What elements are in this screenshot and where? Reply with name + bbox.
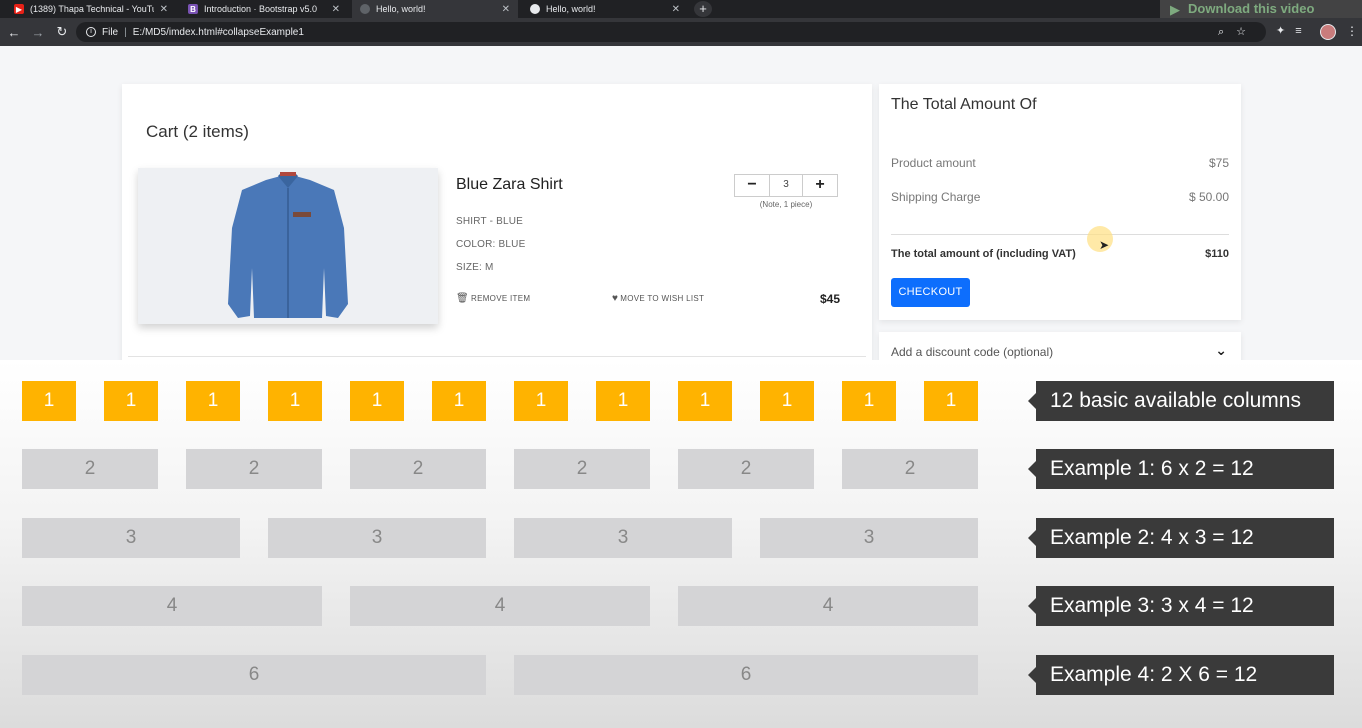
- tab-hello-world-active[interactable]: Hello, world! ✕: [352, 0, 518, 18]
- grid-system-slide: 1 1 1 1 1 1 1 1 1 1 1 1 12 basic available columns 2 2…: [0, 360, 1362, 728]
- url-scheme: File: [102, 26, 119, 38]
- tab-hello-world[interactable]: Hello, world! ✕: [522, 0, 688, 18]
- tab-bootstrap[interactable]: B Introduction · Bootstrap v5.0 ✕: [180, 0, 348, 18]
- decrement-button[interactable]: −: [735, 175, 769, 196]
- shipping-value: $ 50.00: [1188, 190, 1229, 204]
- grid-cell-row3-1: 3: [22, 518, 240, 558]
- summary-title: The Total Amount Of: [891, 96, 1037, 113]
- close-icon[interactable]: ✕: [332, 4, 340, 15]
- product-amount-value: $75: [1208, 156, 1229, 170]
- grid-cell-row1-2: 1: [104, 381, 158, 421]
- extensions-icons[interactable]: ✦≡: [1276, 24, 1312, 37]
- grid-cell-row2-6: 2: [842, 449, 978, 489]
- trash-icon: 🗑: [456, 293, 469, 304]
- grid-cell-row3-4: 3: [760, 518, 978, 558]
- browser-tab-bar: ▶ (1389) Thapa Technical - YouTube ✕ B I…: [0, 0, 1362, 20]
- product-attr-type: SHIRT - BLUE: [456, 216, 524, 227]
- menu-kebab-icon[interactable]: ⋮: [1346, 24, 1358, 38]
- play-icon: ▶: [1170, 2, 1180, 17]
- shirt-image: [228, 172, 348, 318]
- grid-cell-row1-3: 1: [186, 381, 240, 421]
- grid-caption-row4: Example 3: 3 x 4 = 12: [1028, 586, 1334, 626]
- total-row: The total amount of (including VAT) $110: [891, 248, 1229, 260]
- grid-caption-row5: Example 4: 2 X 6 = 12: [1028, 655, 1334, 695]
- download-video-overlay[interactable]: ▶ Download this video: [1160, 0, 1362, 20]
- grid-cell-row1-9: 1: [678, 381, 732, 421]
- heart-icon: ♥: [612, 293, 619, 304]
- chevron-down-icon[interactable]: ⌄: [1215, 342, 1227, 359]
- grid-cell-row1-12: 1: [924, 381, 978, 421]
- screen: ▶ (1389) Thapa Technical - YouTube ✕ B I…: [0, 0, 1362, 728]
- remove-item-link[interactable]: 🗑 REMOVE ITEM: [456, 293, 530, 304]
- close-icon[interactable]: ✕: [672, 4, 680, 15]
- divider: [128, 356, 866, 357]
- increment-button[interactable]: +: [803, 175, 837, 196]
- order-summary-card: The Total Amount Of Product amount $75 S…: [879, 84, 1241, 320]
- quantity-value[interactable]: 3: [769, 175, 803, 196]
- url-separator: |: [124, 26, 127, 38]
- address-bar[interactable]: i File | E:/MD5/imdex.html#collapseExamp…: [76, 22, 1266, 42]
- grid-cell-row1-7: 1: [514, 381, 568, 421]
- cart-title: Cart (2 items): [146, 122, 249, 141]
- grid-cell-row3-2: 3: [268, 518, 486, 558]
- url-text: E:/MD5/imdex.html#collapseExample1: [132, 26, 304, 38]
- back-arrow-icon[interactable]: ←: [4, 25, 24, 40]
- discount-label: Add a discount code (optional): [891, 345, 1054, 359]
- quantity-stepper: − 3 +: [734, 174, 838, 197]
- divider: [891, 234, 1229, 235]
- close-icon[interactable]: ✕: [160, 4, 168, 15]
- bootstrap-icon: B: [188, 4, 198, 14]
- checkout-button[interactable]: CHECKOUT: [891, 278, 970, 307]
- grid-cell-row3-3: 3: [514, 518, 732, 558]
- grid-cell-row1-8: 1: [596, 381, 650, 421]
- grid-cell-row4-3: 4: [678, 586, 978, 626]
- product-attr-color: COLOR: BLUE: [456, 239, 526, 250]
- grid-cell-row1-4: 1: [268, 381, 322, 421]
- close-icon[interactable]: ✕: [502, 4, 510, 15]
- globe-icon: [530, 4, 540, 14]
- web-page: Cart (2 items) Blue Zara Shirt SHIRT - B…: [0, 46, 1362, 374]
- grid-cell-row2-2: 2: [186, 449, 322, 489]
- new-tab-button[interactable]: +: [694, 1, 712, 17]
- info-icon[interactable]: i: [86, 27, 96, 37]
- mouse-cursor-icon: ➤: [1099, 238, 1110, 252]
- grid-cell-row4-2: 4: [350, 586, 650, 626]
- cart-card: Cart (2 items) Blue Zara Shirt SHIRT - B…: [122, 84, 872, 374]
- tab-youtube[interactable]: ▶ (1389) Thapa Technical - YouTube ✕: [6, 0, 176, 18]
- grid-cell-row2-1: 2: [22, 449, 158, 489]
- grid-cell-row1-11: 1: [842, 381, 896, 421]
- youtube-icon: ▶: [14, 4, 24, 14]
- grid-caption-row1: 12 basic available columns: [1028, 381, 1334, 421]
- product-attr-size: SIZE: M: [456, 262, 494, 273]
- forward-arrow-icon[interactable]: →: [28, 25, 48, 40]
- grid-cell-row1-6: 1: [432, 381, 486, 421]
- grid-cell-row4-1: 4: [22, 586, 322, 626]
- product-image: [138, 168, 438, 324]
- zoom-and-bookmark-icons[interactable]: ⌕☆: [1218, 25, 1258, 39]
- grid-cell-row5-1: 6: [22, 655, 486, 695]
- grid-caption-row2: Example 1: 6 x 2 = 12: [1028, 449, 1334, 489]
- grid-cell-row1-5: 1: [350, 381, 404, 421]
- product-name: Blue Zara Shirt: [456, 176, 563, 193]
- grid-cell-row1-10: 1: [760, 381, 814, 421]
- quantity-note: (Note, 1 piece): [759, 200, 813, 209]
- grid-cell-row2-5: 2: [678, 449, 814, 489]
- total-value: $110: [1205, 248, 1229, 260]
- shipping-row: Shipping Charge $ 50.00: [891, 190, 1229, 204]
- globe-icon: [360, 4, 370, 14]
- grid-cell-row1-1: 1: [22, 381, 76, 421]
- profile-avatar[interactable]: [1320, 24, 1336, 40]
- grid-cell-row2-4: 2: [514, 449, 650, 489]
- move-to-wishlist-link[interactable]: ♥ MOVE TO WISH LIST: [612, 293, 704, 304]
- grid-cell-row5-2: 6: [514, 655, 978, 695]
- product-price: $45: [820, 292, 841, 306]
- product-amount-row: Product amount $75: [891, 156, 1229, 170]
- grid-caption-row3: Example 2: 4 x 3 = 12: [1028, 518, 1334, 558]
- reload-icon[interactable]: ↻: [52, 24, 72, 40]
- grid-cell-row2-3: 2: [350, 449, 486, 489]
